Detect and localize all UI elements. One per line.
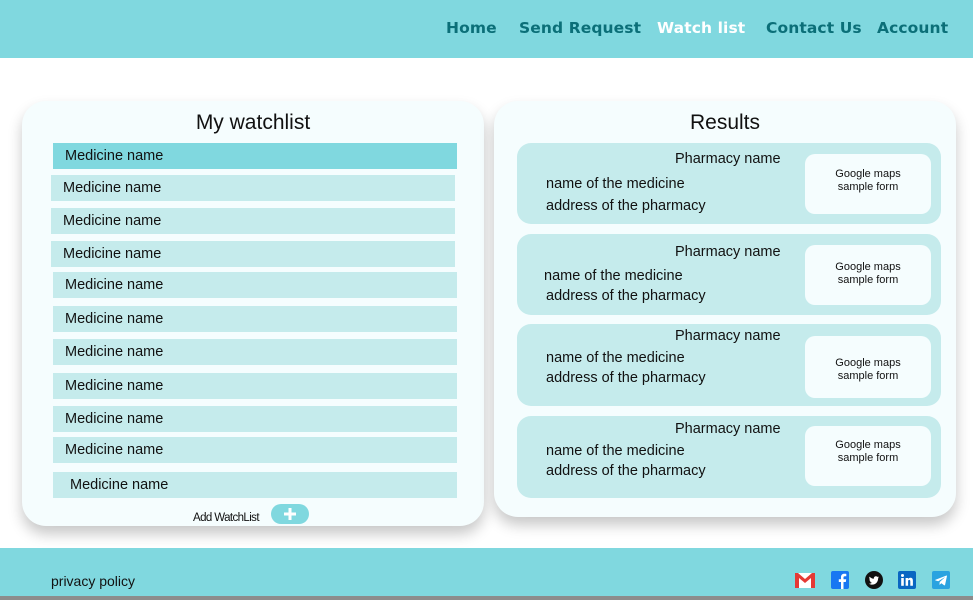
telegram-icon[interactable]: [932, 571, 950, 589]
map-line: Google maps: [835, 261, 901, 273]
result-card[interactable]: Pharmacy name name of the medicine addre…: [517, 234, 941, 315]
nav-contact-us[interactable]: Contact Us: [766, 19, 862, 37]
results-title: Results: [689, 111, 761, 134]
add-watchlist-button[interactable]: [271, 504, 309, 524]
map-line: Google maps: [835, 357, 901, 369]
watchlist-item[interactable]: Medicine name: [53, 339, 457, 365]
medicine-name: name of the medicine: [544, 268, 683, 284]
pharmacy-address: address of the pharmacy: [546, 370, 706, 386]
top-nav-bar: Home Send Request Watch list Contact Us …: [0, 0, 973, 58]
pharmacy-address: address of the pharmacy: [546, 288, 706, 304]
watchlist-title: My watchlist: [195, 111, 311, 134]
map-line: sample form: [837, 181, 899, 193]
medicine-name: name of the medicine: [546, 443, 685, 459]
result-card[interactable]: Pharmacy name name of the medicine addre…: [517, 416, 941, 498]
nav-account[interactable]: Account: [877, 19, 948, 37]
map-preview[interactable]: Google maps sample form: [805, 336, 931, 398]
result-card[interactable]: Pharmacy name name of the medicine addre…: [517, 324, 941, 406]
nav-send-request[interactable]: Send Request: [519, 19, 641, 37]
map-line: Google maps: [835, 439, 901, 451]
footer: privacy policy: [0, 548, 973, 600]
map-preview[interactable]: Google maps sample form: [805, 154, 931, 214]
horizontal-scrollbar[interactable]: [0, 596, 973, 600]
map-line: Google maps: [835, 168, 901, 180]
pharmacy-address: address of the pharmacy: [546, 463, 706, 479]
map-line: sample form: [837, 274, 899, 286]
pharmacy-address: address of the pharmacy: [546, 198, 706, 214]
twitter-icon[interactable]: [865, 571, 883, 589]
watchlist-item[interactable]: Medicine name: [53, 373, 457, 399]
watchlist-item[interactable]: Medicine name: [53, 437, 457, 463]
privacy-policy-link[interactable]: privacy policy: [51, 573, 135, 589]
map-line: sample form: [837, 370, 899, 382]
pharmacy-name: Pharmacy name: [675, 421, 781, 437]
medicine-name: name of the medicine: [546, 350, 685, 366]
result-card[interactable]: Pharmacy name name of the medicine addre…: [517, 143, 941, 224]
watchlist-item[interactable]: Medicine name: [53, 143, 457, 169]
watchlist-item[interactable]: Medicine name: [51, 175, 455, 201]
watchlist-item[interactable]: Medicine name: [51, 208, 455, 234]
nav-home[interactable]: Home: [446, 19, 497, 37]
pharmacy-name: Pharmacy name: [675, 328, 781, 344]
linkedin-icon[interactable]: [898, 571, 916, 589]
pharmacy-name: Pharmacy name: [675, 151, 781, 167]
nav-watch-list[interactable]: Watch list: [657, 19, 745, 37]
map-preview[interactable]: Google maps sample form: [805, 426, 931, 486]
medicine-name: name of the medicine: [546, 176, 685, 192]
watchlist-item[interactable]: Medicine name: [53, 272, 457, 298]
watchlist-item[interactable]: Medicine name: [53, 472, 457, 498]
add-watchlist-label: Add WatchList: [193, 512, 260, 524]
pharmacy-name: Pharmacy name: [675, 244, 781, 260]
map-preview[interactable]: Google maps sample form: [805, 245, 931, 305]
watchlist-item[interactable]: Medicine name: [51, 241, 455, 267]
plus-icon: [284, 508, 296, 520]
watchlist-item[interactable]: Medicine name: [53, 306, 457, 332]
gmail-icon[interactable]: [794, 571, 816, 589]
watchlist-item[interactable]: Medicine name: [53, 406, 457, 432]
facebook-icon[interactable]: [831, 571, 849, 589]
map-line: sample form: [837, 452, 899, 464]
